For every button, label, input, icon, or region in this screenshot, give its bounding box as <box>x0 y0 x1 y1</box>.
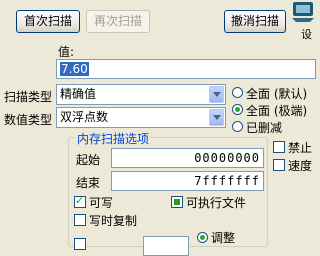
value-type-value: 双浮点数 <box>60 110 109 124</box>
executable-checkbox[interactable] <box>171 196 183 208</box>
scan-type-label: 扫描类型 <box>4 90 53 104</box>
copy-on-write-label: 写时复制 <box>89 214 138 228</box>
radio-full-extreme[interactable] <box>232 104 243 115</box>
settings-label: 设 <box>301 28 312 41</box>
radio-full-default[interactable] <box>232 87 243 98</box>
disable-label: 禁止 <box>288 141 313 155</box>
chevron-down-icon[interactable] <box>209 86 224 103</box>
adjust-label: 调整 <box>211 231 236 245</box>
value-input[interactable]: 7.60 <box>56 59 316 79</box>
disable-checkbox[interactable] <box>273 141 285 153</box>
radio-pruned-label: 已删减 <box>246 121 283 135</box>
start-address-input[interactable]: 00000000 <box>111 148 264 168</box>
adjust-radio[interactable] <box>197 232 208 243</box>
end-label: 结束 <box>76 176 101 190</box>
end-address-input[interactable]: 7fffffff <box>111 171 264 191</box>
radio-full-default-label: 全面 (默认) <box>246 87 308 101</box>
first-scan-button[interactable]: 首次扫描 <box>16 10 80 33</box>
speed-checkbox[interactable] <box>273 159 285 171</box>
scan-type-select[interactable]: 精确值 <box>56 84 226 105</box>
radio-full-extreme-label: 全面 (极端) <box>246 104 308 118</box>
copy-on-write-checkbox[interactable] <box>74 214 86 226</box>
value-type-label: 数值类型 <box>4 113 53 127</box>
start-label: 起始 <box>76 153 101 167</box>
executable-label: 可执行文件 <box>186 196 247 210</box>
memory-scan-options-title: 内存扫描选项 <box>75 130 152 147</box>
writable-label: 可写 <box>89 196 114 210</box>
value-type-select[interactable]: 双浮点数 <box>56 107 226 128</box>
undo-scan-button[interactable]: 撤消扫描 <box>224 10 286 33</box>
chevron-down-icon[interactable] <box>209 109 224 126</box>
radio-pruned[interactable] <box>232 121 243 132</box>
bottom-checkbox[interactable] <box>74 238 86 250</box>
scan-type-value: 精确值 <box>60 87 97 101</box>
value-input-text: 7.60 <box>60 62 89 76</box>
speed-label: 速度 <box>288 159 313 173</box>
next-scan-button[interactable]: 再次扫描 <box>86 10 150 33</box>
value-label: 值: <box>58 45 75 59</box>
writable-checkbox[interactable] <box>74 194 86 208</box>
bottom-input[interactable] <box>143 236 189 256</box>
